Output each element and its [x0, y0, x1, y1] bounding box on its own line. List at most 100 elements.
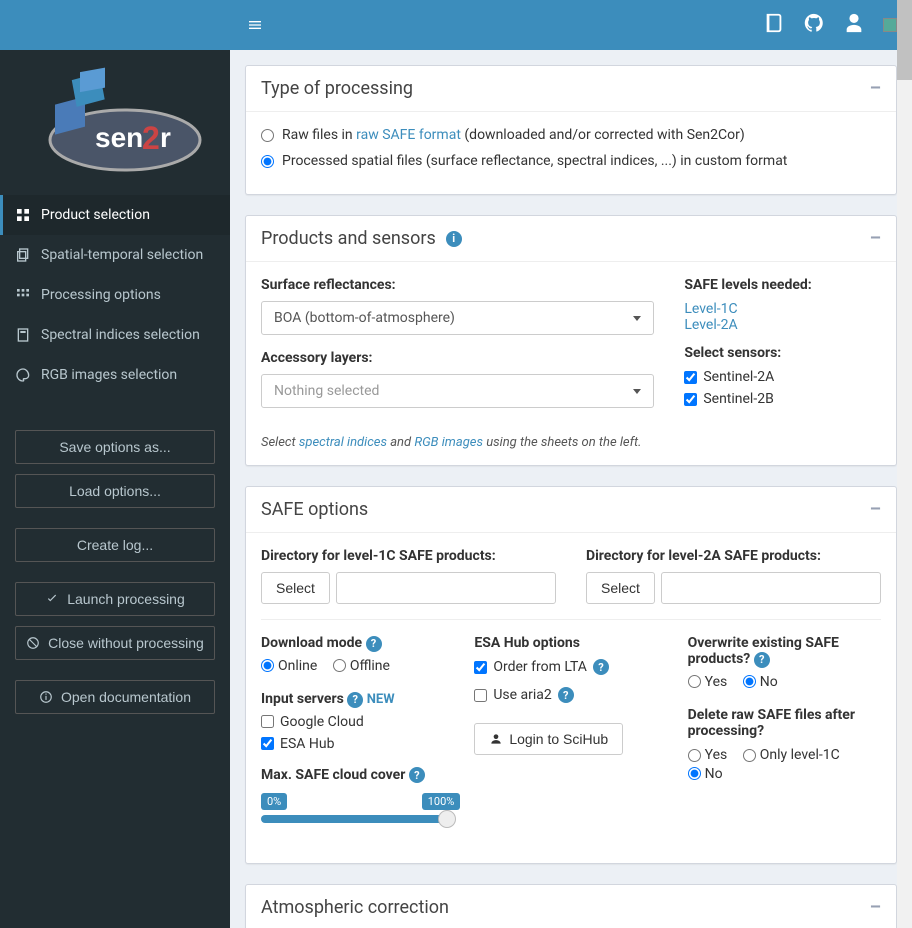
level-2a-link[interactable]: Level-2A: [684, 317, 737, 333]
scrollbar[interactable]: [897, 0, 912, 928]
info-icon[interactable]: ?: [409, 767, 425, 783]
sidebar-item-processing-options[interactable]: Processing options: [0, 275, 230, 315]
open-documentation-button[interactable]: Open documentation: [15, 680, 215, 714]
slider-thumb[interactable]: [438, 810, 456, 828]
check-icon: [45, 592, 59, 606]
info-icon[interactable]: ?: [366, 636, 382, 652]
slider-min-badge: 0%: [261, 793, 287, 810]
esa-hub-options-label: ESA Hub options: [474, 635, 667, 651]
overwrite-yes[interactable]: Yes: [688, 674, 728, 690]
close-without-processing-button[interactable]: Close without processing: [15, 626, 215, 660]
dir-2a-input[interactable]: [661, 572, 881, 604]
palette-icon: [15, 367, 31, 383]
panel-title: Atmospheric correction: [261, 897, 449, 918]
info-icon: [39, 690, 53, 704]
cloud-cover-slider[interactable]: 0% 100%: [261, 793, 454, 833]
radio-processed[interactable]: [261, 155, 274, 168]
info-icon[interactable]: ?: [754, 652, 770, 668]
sidebar-item-rgb-images[interactable]: RGB images selection: [0, 355, 230, 395]
ban-icon: [26, 636, 40, 650]
panel-safe-options: SAFE options – Directory for level-1C SA…: [245, 486, 897, 864]
cloud-cover-label: Max. SAFE cloud cover: [261, 767, 405, 783]
panel-title: Type of processing: [261, 78, 413, 99]
sidebar-item-spectral-indices[interactable]: Spectral indices selection: [0, 315, 230, 355]
collapse-button[interactable]: –: [870, 228, 881, 249]
book-icon[interactable]: [763, 12, 785, 38]
svg-text:r: r: [160, 122, 171, 153]
delete-no[interactable]: No: [688, 766, 723, 782]
accessory-layers-label: Accessory layers:: [261, 350, 654, 366]
accessory-layers-select[interactable]: Nothing selected: [261, 374, 654, 408]
collapse-button[interactable]: –: [870, 78, 881, 99]
products-hint: Select spectral indices and RGB images u…: [261, 435, 881, 450]
info-icon[interactable]: ?: [593, 659, 609, 675]
spectral-indices-link[interactable]: spectral indices: [299, 435, 387, 450]
download-mode-online[interactable]: Online: [261, 658, 317, 674]
panel-type-of-processing: Type of processing – Raw files in raw SA…: [245, 65, 897, 195]
delete-raw-label: Delete raw SAFE files after processing?: [688, 707, 881, 739]
github-icon[interactable]: [803, 12, 825, 38]
sidebar-item-label: Spectral indices selection: [41, 327, 200, 343]
sidebar-item-product-selection[interactable]: Product selection: [0, 195, 230, 235]
copy-icon: [15, 247, 31, 263]
create-log-button[interactable]: Create log...: [15, 528, 215, 562]
dir-1c-input[interactable]: [336, 572, 556, 604]
app-logo: sen 2 r: [0, 50, 230, 195]
dir-1c-label: Directory for level-1C SAFE products:: [261, 548, 556, 564]
overwrite-no[interactable]: No: [743, 674, 778, 690]
server-google-cloud[interactable]: Google Cloud: [261, 714, 454, 730]
panel-atmospheric-correction: Atmospheric correction – Method to obtai…: [245, 884, 897, 928]
svg-text:sen: sen: [95, 122, 143, 153]
load-options-button[interactable]: Load options...: [15, 474, 215, 508]
panel-products-sensors: Products and sensors i – Surface reflect…: [245, 215, 897, 466]
surface-reflectances-select[interactable]: BOA (bottom-of-atmosphere): [261, 301, 654, 335]
sidebar: sen 2 r Product selection Spatial-tempor…: [0, 50, 230, 928]
sensor-sentinel-2b[interactable]: Sentinel-2B: [684, 391, 881, 407]
login-scihub-button[interactable]: Login to SciHub: [474, 723, 623, 755]
scrollbar-thumb[interactable]: [897, 0, 912, 80]
processing-option-raw[interactable]: Raw files in raw SAFE format (downloaded…: [261, 127, 881, 143]
level-1c-link[interactable]: Level-1C: [684, 301, 737, 317]
menu-toggle-button[interactable]: [230, 0, 280, 50]
sensor-sentinel-2a[interactable]: Sentinel-2A: [684, 369, 881, 385]
collapse-button[interactable]: –: [870, 897, 881, 918]
checkbox-sentinel-2b[interactable]: [684, 393, 697, 406]
collapse-button[interactable]: –: [870, 499, 881, 520]
select-dir-1c-button[interactable]: Select: [261, 572, 330, 604]
use-aria2[interactable]: Use aria2 ?: [474, 687, 667, 703]
user-icon[interactable]: [843, 12, 865, 38]
chevron-down-icon: [633, 389, 641, 394]
radio-raw[interactable]: [261, 129, 274, 142]
info-icon[interactable]: ?: [558, 687, 574, 703]
select-sensors-label: Select sensors:: [684, 345, 881, 361]
info-icon[interactable]: i: [446, 231, 462, 247]
delete-only-1c[interactable]: Only level-1C: [743, 747, 840, 763]
launch-processing-button[interactable]: Launch processing: [15, 582, 215, 616]
calculator-icon: [15, 327, 31, 343]
sidebar-item-label: Processing options: [41, 287, 161, 303]
rgb-images-link[interactable]: RGB images: [414, 435, 483, 450]
sidebar-item-label: Spatial-temporal selection: [41, 247, 203, 263]
sidebar-item-label: Product selection: [41, 207, 150, 223]
processing-option-processed[interactable]: Processed spatial files (surface reflect…: [261, 153, 881, 169]
safe-levels-label: SAFE levels needed:: [684, 277, 881, 293]
order-from-lta[interactable]: Order from LTA ?: [474, 659, 667, 675]
info-icon[interactable]: ?: [347, 692, 363, 708]
input-servers-label: Input servers: [261, 691, 344, 707]
grid-icon: [15, 207, 31, 223]
server-esa-hub[interactable]: ESA Hub: [261, 736, 454, 752]
chevron-down-icon: [633, 316, 641, 321]
download-mode-offline[interactable]: Offline: [333, 658, 390, 674]
sidebar-item-label: RGB images selection: [41, 367, 177, 383]
surface-reflectances-label: Surface reflectances:: [261, 277, 654, 293]
select-dir-2a-button[interactable]: Select: [586, 572, 655, 604]
checkbox-sentinel-2a[interactable]: [684, 371, 697, 384]
save-options-button[interactable]: Save options as...: [15, 430, 215, 464]
sidebar-item-spatial-temporal[interactable]: Spatial-temporal selection: [0, 235, 230, 275]
delete-yes[interactable]: Yes: [688, 747, 728, 763]
new-badge: NEW: [367, 692, 395, 707]
flag-image: [883, 18, 897, 32]
slider-max-badge: 100%: [422, 793, 461, 810]
panel-title: Products and sensors: [261, 228, 436, 249]
raw-safe-format-link[interactable]: raw SAFE format: [356, 127, 461, 143]
